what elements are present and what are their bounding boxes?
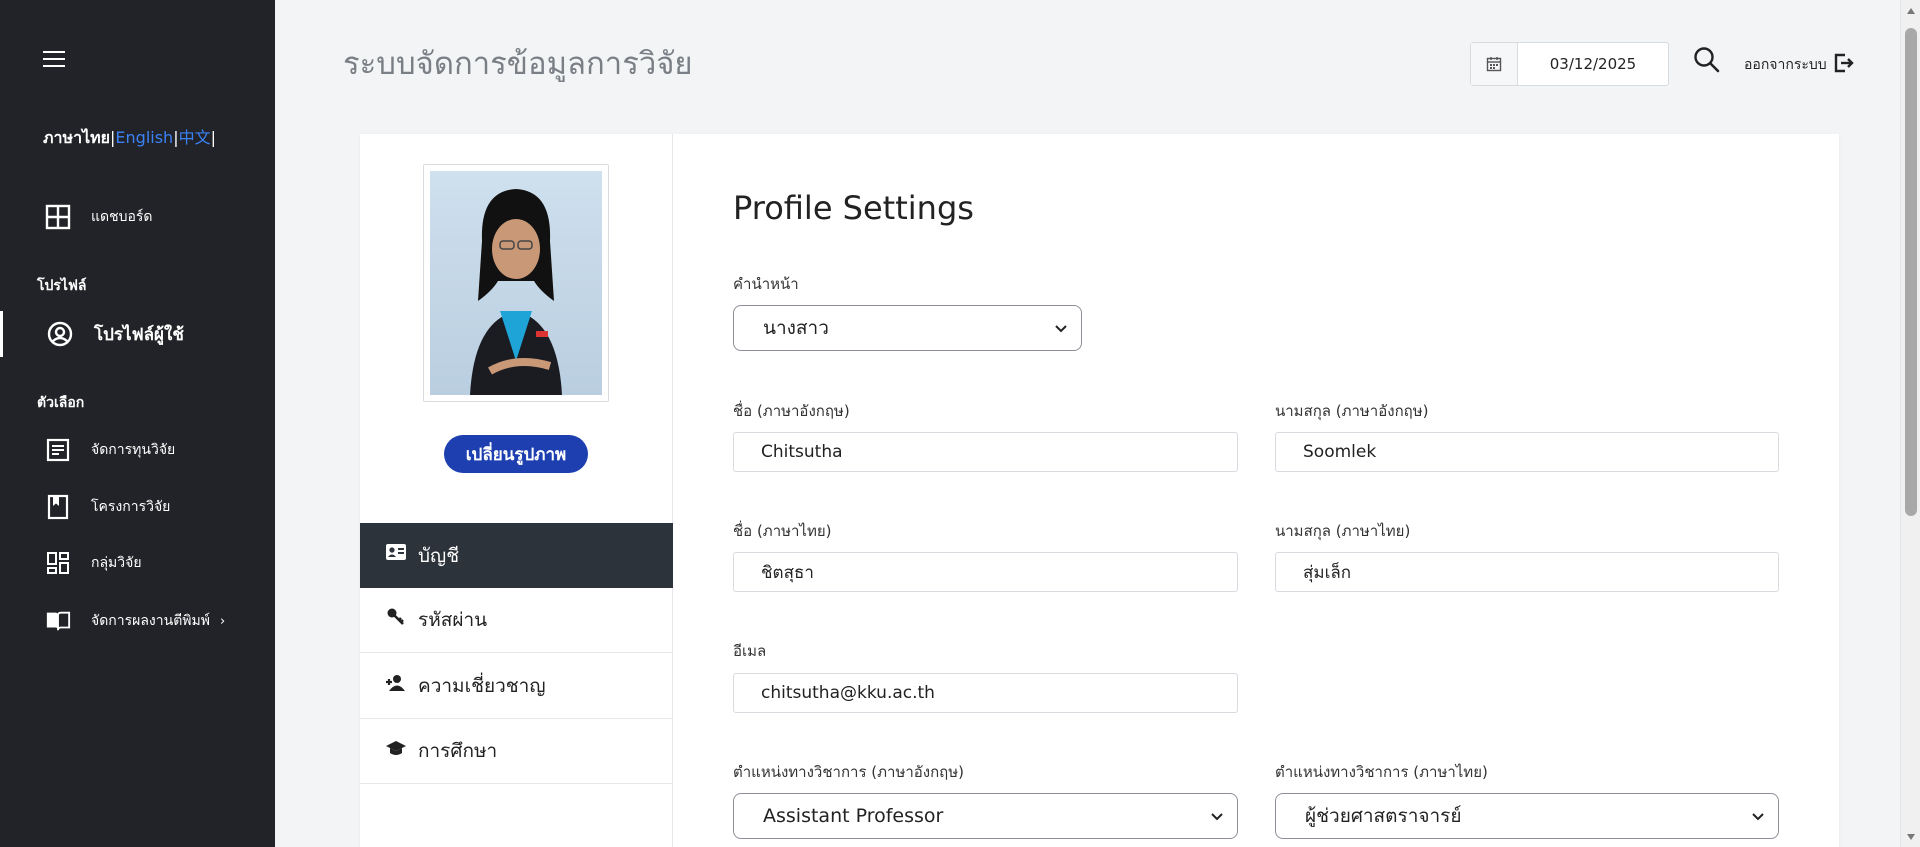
calendar-icon[interactable] [1471, 43, 1518, 85]
tab-account[interactable]: บัญชี [360, 523, 673, 588]
bookmark-icon [45, 494, 71, 520]
tab-label: ความเชี่ยวชาญ [418, 675, 546, 697]
user-circle-icon [47, 321, 73, 347]
search-icon[interactable] [1693, 46, 1721, 74]
date-value: 03/12/2025 [1549, 55, 1637, 73]
key-icon [385, 606, 407, 628]
email-field[interactable] [733, 673, 1238, 713]
tab-label: การศึกษา [418, 740, 498, 762]
section-title-options: ตัวเลือก [37, 395, 85, 411]
academic-position-th-value: ผู้ช่วยศาสตราจารย์ [1305, 805, 1462, 827]
logout-button[interactable]: ออกจากระบบ [1744, 52, 1855, 78]
sidebar-item-user-profile[interactable]: โปรไฟล์ผู้ใช้ [0, 311, 275, 357]
lang-chinese-link[interactable]: 中文 [179, 128, 211, 147]
page-scrollbar[interactable] [1900, 0, 1920, 847]
tab-education[interactable]: การศึกษา [360, 719, 673, 784]
academic-position-th-select[interactable]: ผู้ช่วยศาสตราจารย์ [1275, 793, 1779, 839]
sidebar-item-label: จัดการผลงานตีพิมพ์ [91, 613, 210, 629]
academic-position-en-value: Assistant Professor [763, 805, 944, 827]
prefix-select[interactable]: นางสาว [733, 305, 1082, 351]
sidebar-item-publications[interactable]: จัดการผลงานตีพิมพ์ › [0, 598, 275, 644]
first-name-th-input[interactable] [733, 552, 1238, 592]
id-card-icon [385, 541, 407, 563]
chevron-down-icon [1752, 813, 1764, 821]
scroll-down-arrow-icon[interactable] [1901, 828, 1920, 845]
lang-english-link[interactable]: English [115, 128, 173, 147]
hamburger-menu-icon[interactable] [43, 51, 65, 68]
logout-label: ออกจากระบบ [1744, 57, 1827, 73]
tab-password[interactable]: รหัสผ่าน [360, 588, 673, 653]
first-name-en-label: ชื่อ (ภาษาอังกฤษ) [733, 402, 850, 420]
sidebar-item-label: โครงการวิจัย [91, 499, 171, 515]
profile-sidebar-panel: เปลี่ยนรูปภาพ บัญชี รหัสผ่าน ความเชี่ยวช… [360, 134, 673, 847]
profile-card: เปลี่ยนรูปภาพ บัญชี รหัสผ่าน ความเชี่ยวช… [360, 134, 1839, 847]
sidebar: ภาษาไทย|English|中文| แดชบอร์ด โปรไฟล์ โปร… [0, 0, 275, 847]
first-name-en-input[interactable] [733, 432, 1238, 472]
sidebar-item-label: โปรไฟล์ผู้ใช้ [94, 324, 184, 345]
last-name-en-label: นามสกุล (ภาษาอังกฤษ) [1275, 402, 1429, 420]
tab-expertise[interactable]: ความเชี่ยวชาญ [360, 654, 673, 719]
sidebar-item-research-funds[interactable]: จัดการทุนวิจัย [0, 427, 275, 473]
first-name-th-label: ชื่อ (ภาษาไทย) [733, 522, 832, 540]
sidebar-item-label: กลุ่มวิจัย [91, 555, 142, 571]
academic-position-th-label: ตำแหน่งทางวิชาการ (ภาษาไทย) [1275, 763, 1488, 781]
section-title-profile: โปรไฟล์ [37, 278, 87, 294]
sidebar-item-label: แดชบอร์ด [91, 209, 153, 225]
graduation-cap-icon [385, 737, 407, 759]
user-plus-icon [385, 672, 407, 694]
profile-photo [423, 164, 609, 402]
lang-thai-link[interactable]: ภาษาไทย [43, 128, 110, 147]
sidebar-item-research-projects[interactable]: โครงการวิจัย [0, 484, 275, 530]
tab-label: บัญชี [418, 544, 460, 567]
change-photo-button[interactable]: เปลี่ยนรูปภาพ [444, 435, 588, 473]
sidebar-item-dashboard[interactable]: แดชบอร์ด [0, 194, 275, 240]
book-open-icon [45, 608, 71, 634]
profile-photo-image [430, 171, 602, 395]
last-name-th-input[interactable] [1275, 552, 1779, 592]
sidebar-item-research-groups[interactable]: กลุ่มวิจัย [0, 540, 275, 586]
scrollbar-thumb[interactable] [1905, 28, 1917, 516]
chevron-down-icon [1211, 813, 1223, 821]
chevron-right-icon: › [220, 613, 226, 629]
language-switcher: ภาษาไทย|English|中文| [43, 128, 216, 147]
last-name-en-input[interactable] [1275, 432, 1779, 472]
academic-position-en-label: ตำแหน่งทางวิชาการ (ภาษาอังกฤษ) [733, 763, 964, 781]
form-title: Profile Settings [733, 189, 974, 227]
dashboard-grid-icon [45, 550, 71, 576]
scroll-up-arrow-icon[interactable] [1901, 2, 1920, 19]
academic-position-en-select[interactable]: Assistant Professor [733, 793, 1238, 839]
logout-icon [1833, 52, 1855, 78]
chevron-down-icon [1055, 325, 1067, 333]
date-picker[interactable]: 03/12/2025 [1470, 42, 1669, 86]
grid-icon [45, 204, 71, 230]
prefix-label: คำนำหน้า [733, 275, 799, 293]
sidebar-item-label: จัดการทุนวิจัย [91, 442, 176, 458]
page-title: ระบบจัดการข้อมูลการวิจัย [343, 46, 693, 82]
email-label: อีเมล [733, 642, 767, 660]
tab-label: รหัสผ่าน [418, 609, 488, 631]
last-name-th-label: นามสกุล (ภาษาไทย) [1275, 522, 1411, 540]
prefix-select-value: นางสาว [763, 317, 829, 339]
document-icon [45, 437, 71, 463]
